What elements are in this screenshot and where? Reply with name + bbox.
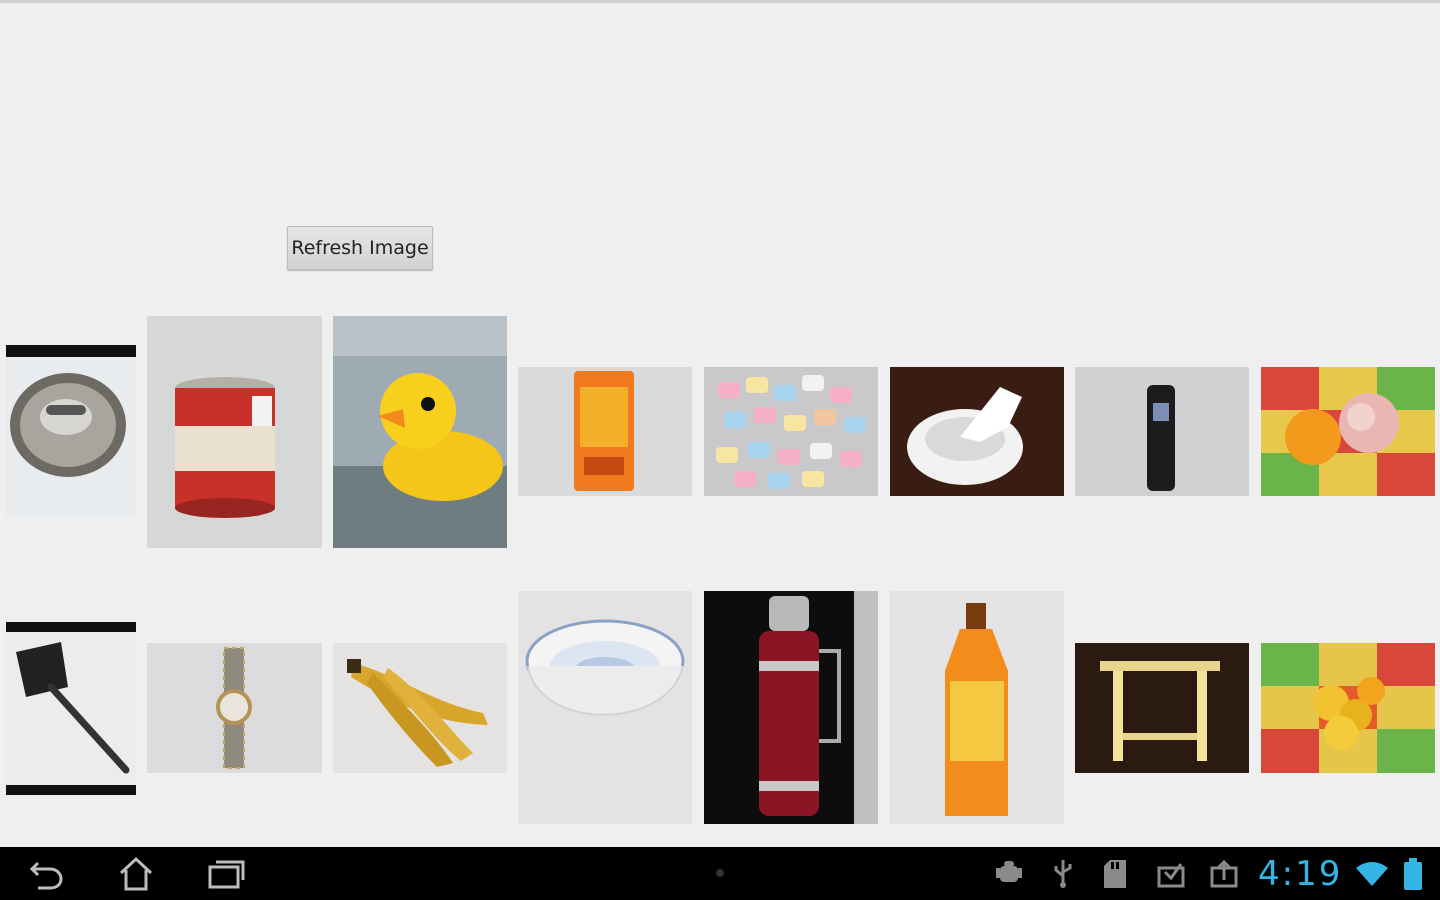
image-spatula[interactable] [6, 622, 136, 795]
window-top-edge [0, 0, 1440, 3]
battery-icon [1404, 858, 1422, 894]
download-icon [1157, 858, 1185, 892]
image-tissue-roll[interactable] [890, 367, 1064, 496]
image-wooden-stool[interactable] [1075, 643, 1249, 773]
status-bar-clock: 4:19 [1258, 854, 1343, 894]
recent-apps-icon[interactable] [207, 858, 245, 892]
image-bananas[interactable] [333, 643, 507, 773]
image-wristwatch[interactable] [147, 643, 322, 773]
back-icon[interactable] [28, 857, 64, 891]
image-gold-coins[interactable] [1261, 643, 1435, 773]
image-thermos-flask[interactable] [704, 591, 878, 824]
image-snack-package[interactable] [518, 367, 692, 496]
upload-icon [1210, 858, 1238, 892]
image-porcelain-bowl[interactable] [518, 591, 692, 824]
refresh-image-button[interactable]: Refresh Image [287, 226, 433, 270]
wifi-icon [1356, 862, 1388, 890]
image-marshmallows[interactable] [704, 367, 878, 496]
image-evaporated-milk-can[interactable] [147, 316, 322, 548]
image-rubber-duck[interactable] [333, 316, 507, 548]
navbar-center-dot [716, 869, 724, 877]
sd-card-icon [1102, 858, 1128, 894]
image-flip-phone[interactable] [1075, 367, 1249, 496]
image-metal-lid[interactable] [6, 345, 136, 518]
home-icon[interactable] [118, 856, 154, 891]
usb-icon [1052, 858, 1074, 892]
android-debug-icon [996, 858, 1022, 892]
image-juice-bottle[interactable] [890, 591, 1064, 824]
image-orange-and-apple[interactable] [1261, 367, 1435, 496]
